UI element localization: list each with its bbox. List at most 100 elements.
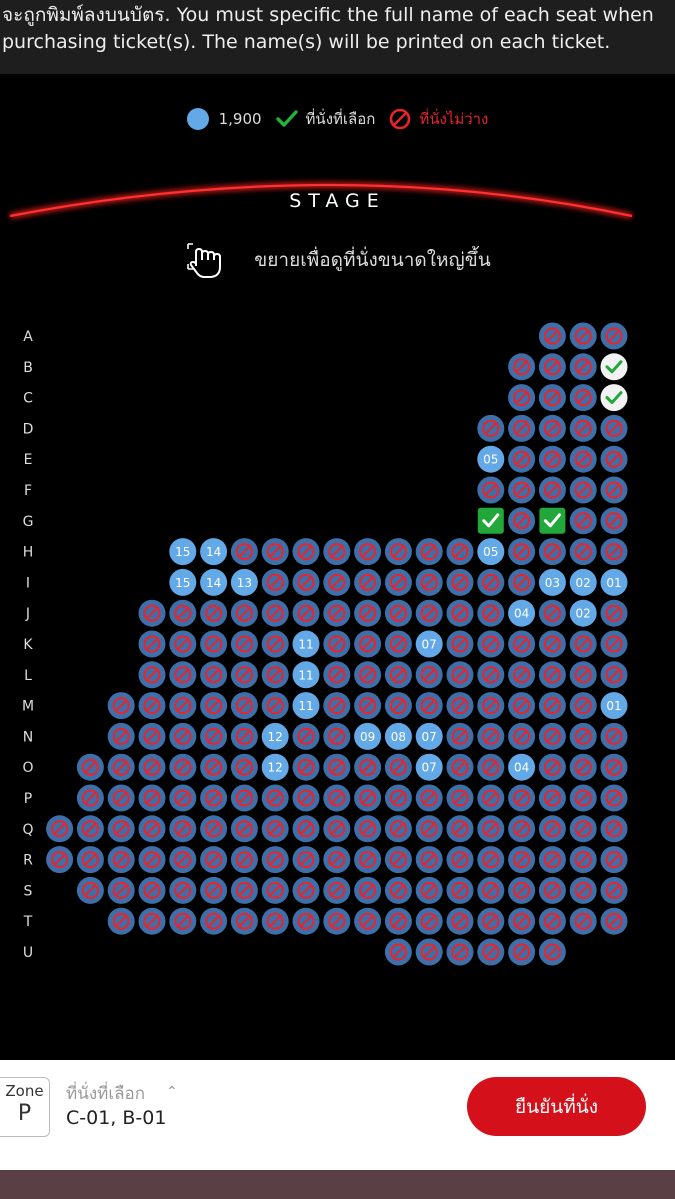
seat-L-16 — [138, 661, 166, 689]
svg-text:15: 15 — [175, 545, 190, 559]
seat-S-15 — [169, 876, 197, 904]
svg-text:12: 12 — [268, 730, 283, 744]
seat-P-12 — [261, 784, 289, 812]
seat-I-3[interactable]: 03 — [538, 568, 566, 596]
seat-M-7 — [415, 692, 443, 720]
seat-M-12 — [261, 692, 289, 720]
seat-P-4 — [508, 784, 536, 812]
seat-G-2 — [569, 507, 597, 535]
seat-M-16 — [138, 692, 166, 720]
seat-O-3 — [538, 753, 566, 781]
seat-P-6 — [446, 784, 474, 812]
seat-R-14 — [200, 846, 228, 874]
seat-G-3[interactable] — [539, 507, 566, 534]
seat-T-2 — [569, 907, 597, 935]
seat-S-11 — [292, 876, 320, 904]
seat-M-1[interactable]: 01 — [600, 692, 628, 720]
seat-O-5 — [477, 753, 505, 781]
seat-K-7[interactable]: 07 — [415, 630, 443, 658]
svg-text:14: 14 — [206, 576, 221, 590]
seat-S-6 — [446, 876, 474, 904]
seat-K-11[interactable]: 11 — [292, 630, 320, 658]
seat-N-7[interactable]: 07 — [415, 722, 443, 750]
seat-M-13 — [230, 692, 258, 720]
seat-I-14[interactable]: 14 — [200, 568, 228, 596]
seat-B-1[interactable] — [600, 353, 628, 381]
seat-S-8 — [384, 876, 412, 904]
seat-G-5[interactable] — [477, 507, 504, 534]
seat-L-4 — [508, 661, 536, 689]
seat-O-2 — [569, 753, 597, 781]
seat-I-8 — [384, 568, 412, 596]
seat-O-7[interactable]: 07 — [415, 753, 443, 781]
seat-H-15[interactable]: 15 — [169, 538, 197, 566]
seat-L-3 — [538, 661, 566, 689]
seat-M-17 — [107, 692, 135, 720]
seat-D-4 — [508, 414, 536, 442]
seat-E-1 — [600, 445, 628, 473]
seat-J-9 — [354, 599, 382, 627]
seat-P-11 — [292, 784, 320, 812]
seat-M-11[interactable]: 11 — [292, 692, 320, 720]
seat-T-6 — [446, 907, 474, 935]
seat-L-11[interactable]: 11 — [292, 661, 320, 689]
seat-O-6 — [446, 753, 474, 781]
seat-N-12[interactable]: 12 — [261, 722, 289, 750]
seat-map[interactable]: ABCDE 05 FGH 15 14 05 I 15 14 13 03 02 01 J 04 02 K 11 07 L… — [0, 0, 675, 1060]
seat-J-4[interactable]: 04 — [508, 599, 536, 627]
seat-K-4 — [508, 630, 536, 658]
seat-N-8[interactable]: 08 — [384, 722, 412, 750]
seat-R-9 — [354, 846, 382, 874]
seat-U-3 — [477, 938, 505, 966]
row-label-R: R — [23, 853, 33, 869]
selected-seats-label[interactable]: ที่นั่งที่เลือก — [66, 1080, 145, 1107]
seat-J-16 — [138, 599, 166, 627]
seat-E-2 — [569, 445, 597, 473]
seat-N-2 — [569, 722, 597, 750]
seat-I-1[interactable]: 01 — [600, 568, 628, 596]
svg-text:01: 01 — [606, 699, 621, 713]
seat-T-7 — [415, 907, 443, 935]
seat-J-2[interactable]: 02 — [569, 599, 597, 627]
seat-L-7 — [415, 661, 443, 689]
seat-S-2 — [569, 876, 597, 904]
confirm-seats-button[interactable]: ยืนยันที่นั่ง — [467, 1077, 646, 1136]
seat-N-9[interactable]: 09 — [354, 722, 382, 750]
seat-K-6 — [446, 630, 474, 658]
seat-H-2 — [569, 538, 597, 566]
chevron-up-icon[interactable]: ⌃ — [166, 1084, 178, 1100]
seat-P-8 — [384, 784, 412, 812]
seat-R-16 — [138, 846, 166, 874]
row-label-K: K — [23, 637, 33, 653]
seat-H-5[interactable]: 05 — [477, 538, 505, 566]
seat-I-2[interactable]: 02 — [569, 568, 597, 596]
seat-L-13 — [230, 661, 258, 689]
svg-text:05: 05 — [483, 453, 498, 467]
seat-O-4[interactable]: 04 — [508, 753, 536, 781]
seat-S-13 — [230, 876, 258, 904]
seat-T-12 — [261, 907, 289, 935]
seat-P-18 — [76, 784, 104, 812]
seat-Q-10 — [323, 815, 351, 843]
seat-U-1 — [538, 938, 566, 966]
seat-H-14[interactable]: 14 — [200, 538, 228, 566]
seat-C-1[interactable] — [600, 384, 628, 412]
seat-R-13 — [230, 846, 258, 874]
seat-O-12[interactable]: 12 — [261, 753, 289, 781]
seat-H-3 — [538, 538, 566, 566]
seat-I-13[interactable]: 13 — [230, 568, 258, 596]
seat-I-15[interactable]: 15 — [169, 568, 197, 596]
seat-T-13 — [230, 907, 258, 935]
row-label-G: G — [23, 514, 34, 530]
seat-P-7 — [415, 784, 443, 812]
seat-E-4 — [508, 445, 536, 473]
seat-K-1 — [600, 630, 628, 658]
seat-L-14 — [200, 661, 228, 689]
seat-E-3 — [538, 445, 566, 473]
seat-P-15 — [169, 784, 197, 812]
seat-E-5[interactable]: 05 — [477, 445, 505, 473]
seat-O-15 — [169, 753, 197, 781]
seat-N-6 — [446, 722, 474, 750]
seat-U-5 — [415, 938, 443, 966]
seat-P-5 — [477, 784, 505, 812]
